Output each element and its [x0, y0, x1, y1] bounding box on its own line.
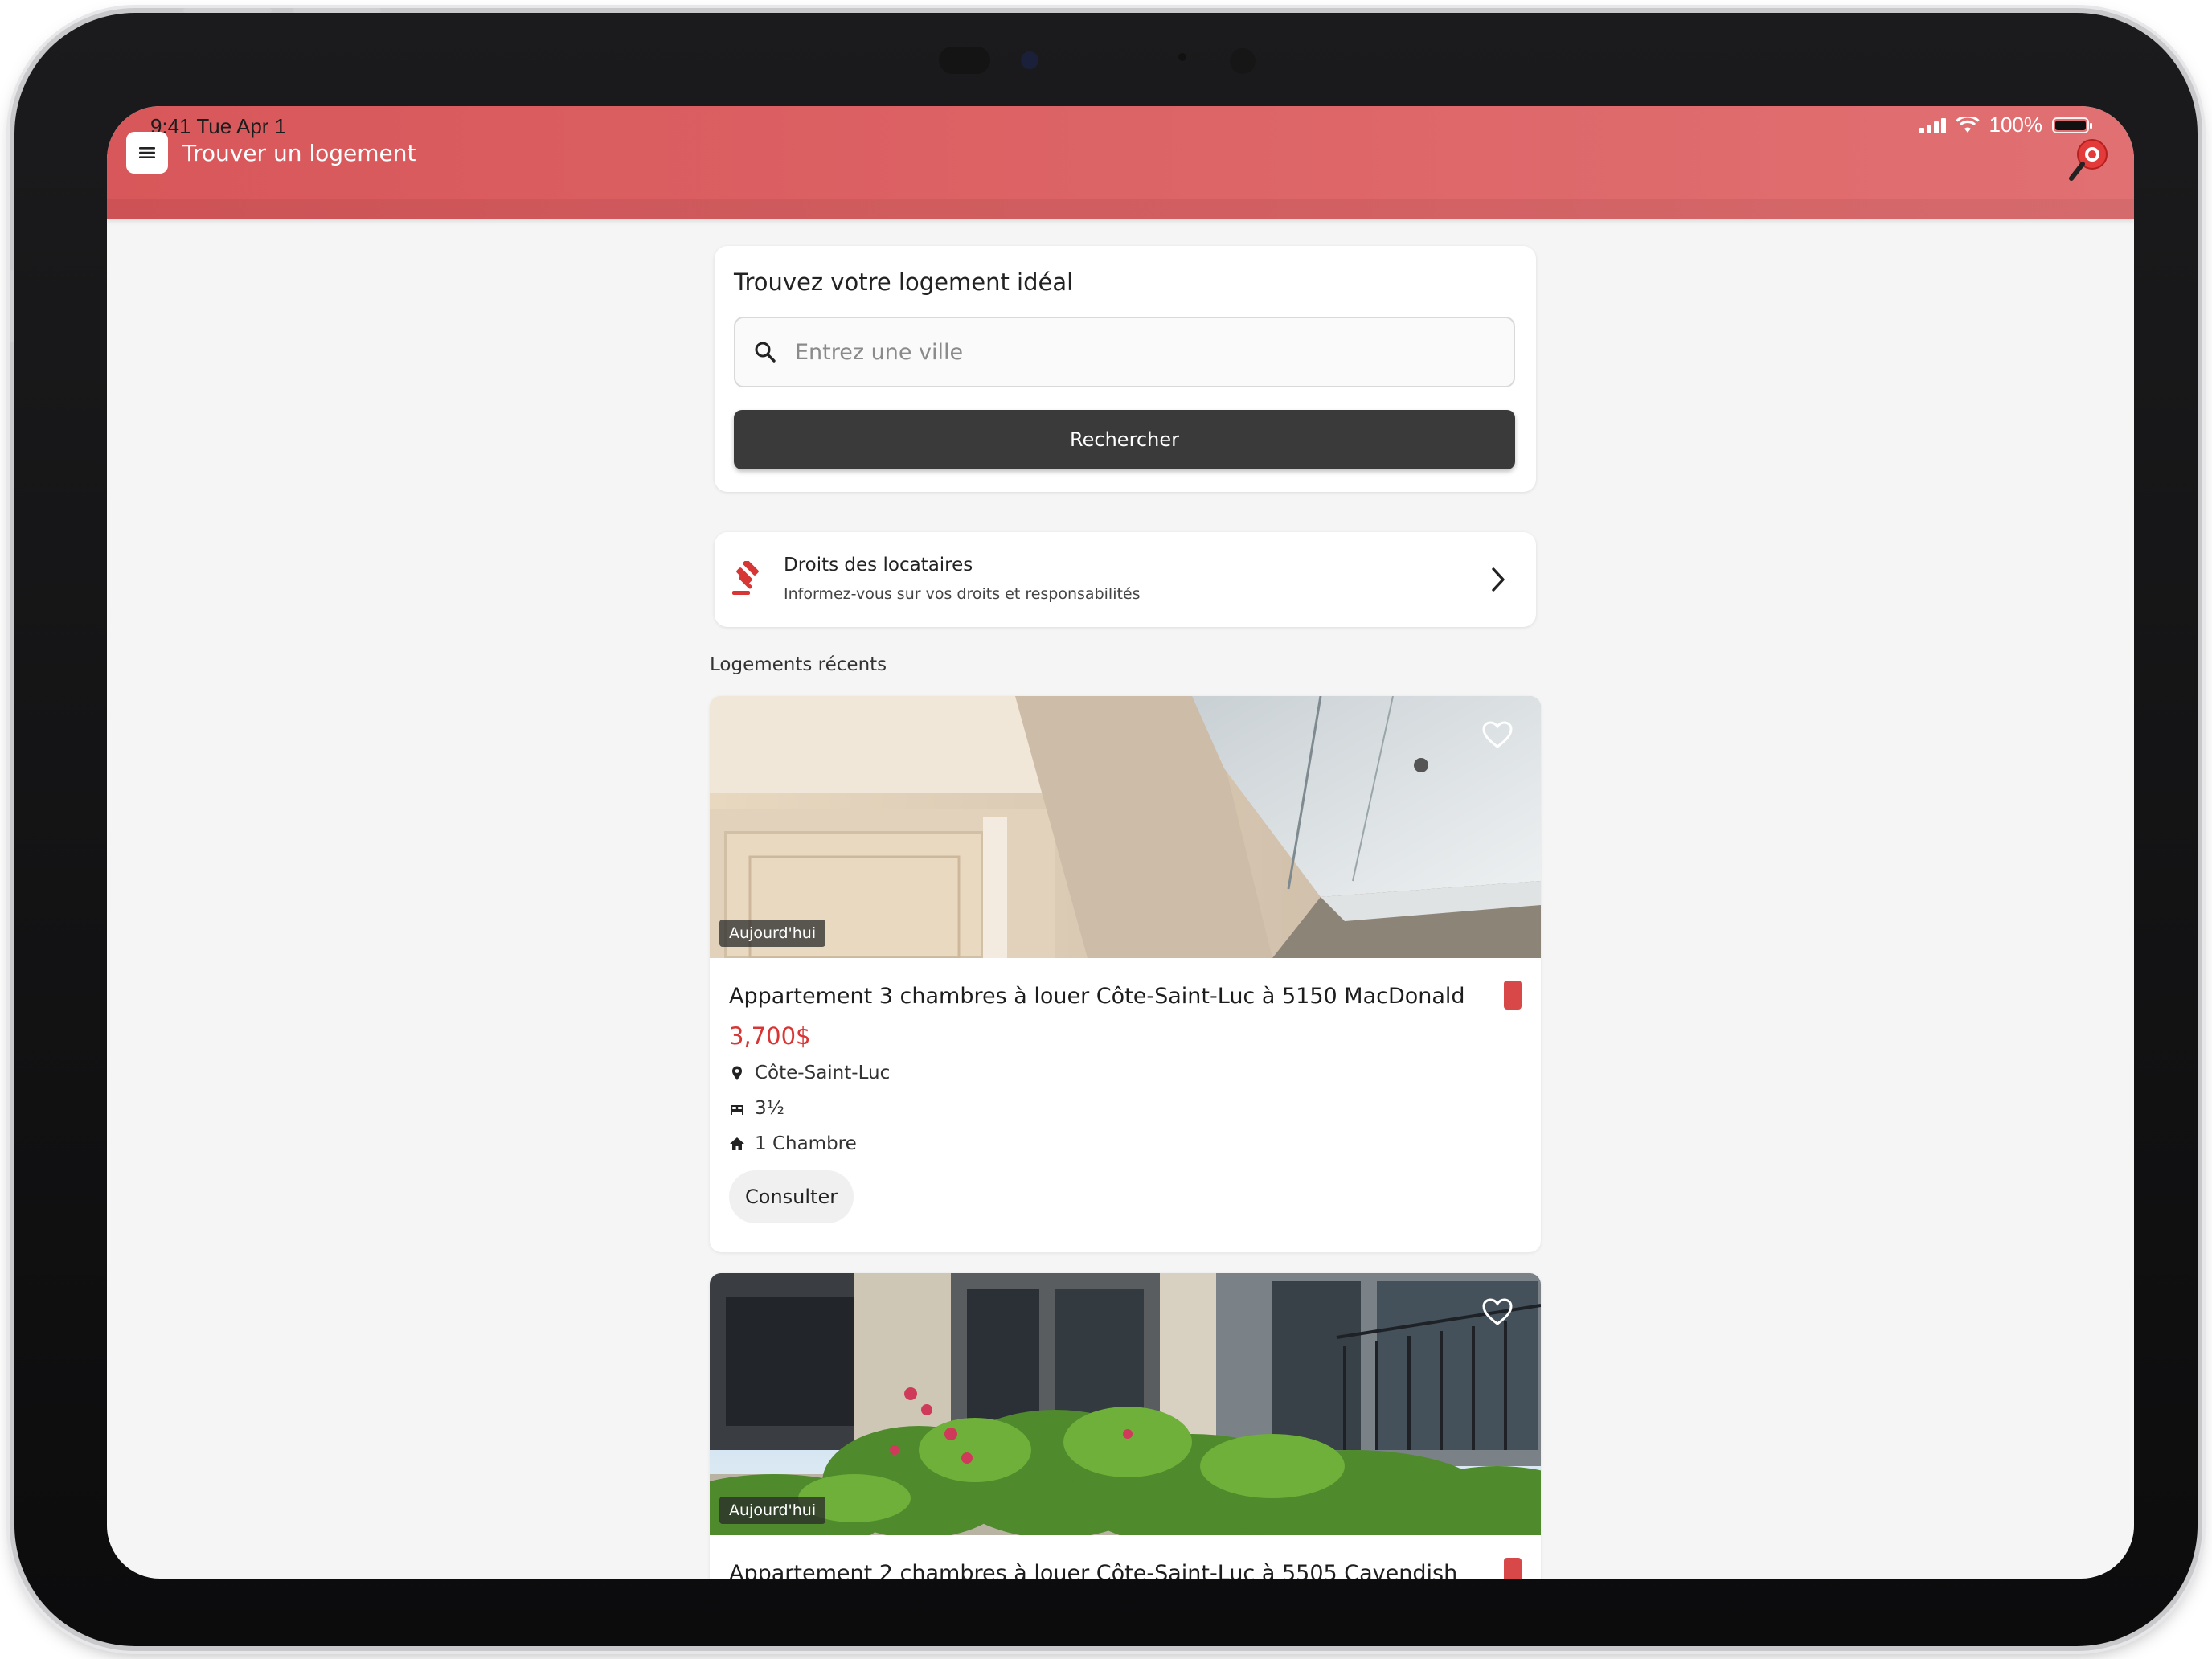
tablet-frame: 9:41 Tue Apr 1 100% Trouver un logement … [10, 8, 2198, 1646]
listing-title[interactable]: Appartement 2 chambres à louer Côte-Sain… [729, 1561, 1457, 1579]
flag-icon[interactable] [1504, 1558, 1522, 1579]
battery-percent: 100% [1989, 113, 2043, 137]
search-icon [755, 342, 776, 363]
home-icon [730, 1137, 744, 1150]
volume-button [10, 270, 14, 342]
app-header: 9:41 Tue Apr 1 100% Trouver un logement [107, 106, 2134, 219]
sensor-2 [1230, 48, 1256, 74]
gavel-icon [732, 561, 759, 595]
signal-icon [1919, 117, 1946, 133]
bed-icon [731, 1105, 743, 1115]
search-card: Trouvez votre logement idéal Rechercher [715, 246, 1536, 492]
top-button-2 [293, 8, 381, 13]
apartment-interior-image [710, 696, 1541, 958]
status-indicators: 100% [1919, 113, 2092, 137]
search-button[interactable]: Rechercher [734, 410, 1515, 469]
size-text: 3½ [755, 1098, 784, 1119]
rights-title: Droits des locataires [784, 555, 973, 576]
sensor [939, 47, 990, 74]
menu-button[interactable] [126, 132, 168, 174]
sensor-dot [1178, 53, 1186, 61]
app-screen: 9:41 Tue Apr 1 100% Trouver un logement … [107, 106, 2134, 1579]
wifi-icon [1955, 116, 1980, 133]
header-title: Trouver un logement [182, 140, 416, 166]
search-field[interactable] [734, 317, 1515, 387]
listing-location: Côte-Saint-Luc [729, 1063, 890, 1083]
listing-card[interactable]: Aujourd'hui Appartement 2 chambres à lou… [710, 1273, 1541, 1579]
rights-subtitle: Informez-vous sur vos droits et responsa… [784, 585, 1141, 603]
date-badge: Aujourd'hui [719, 920, 826, 947]
heart-icon[interactable] [1481, 720, 1514, 749]
listing-rooms: 1 Chambre [729, 1133, 857, 1154]
heart-icon[interactable] [1481, 1297, 1514, 1326]
listing-price: 3,700$ [729, 1022, 811, 1050]
consult-button[interactable]: Consulter [729, 1170, 854, 1223]
tenant-rights-card[interactable]: Droits des locataires Informez-vous sur … [715, 532, 1536, 627]
listing-card[interactable]: Aujourd'hui Appartement 3 chambres à lou… [710, 696, 1541, 1252]
listing-title[interactable]: Appartement 3 chambres à louer Côte-Sain… [729, 984, 1465, 1009]
building-garden-image [710, 1273, 1541, 1535]
battery-icon [2052, 117, 2092, 133]
logo-search-icon[interactable] [2067, 133, 2112, 185]
location-pin-icon [732, 1066, 742, 1080]
menu-icon [139, 147, 155, 158]
flag-icon[interactable] [1504, 981, 1522, 1010]
chevron-right-icon [1492, 567, 1505, 592]
section-recent-listings: Logements récents [710, 654, 887, 675]
rooms-text: 1 Chambre [755, 1133, 857, 1154]
status-time: 9:41 Tue Apr 1 [150, 114, 287, 138]
listing-photo[interactable]: Aujourd'hui [710, 1273, 1541, 1535]
location-text: Côte-Saint-Luc [755, 1063, 891, 1083]
search-title: Trouvez votre logement idéal [734, 268, 1074, 296]
top-button-1 [183, 8, 272, 13]
front-camera [1021, 51, 1038, 69]
listing-photo[interactable]: Aujourd'hui [710, 696, 1541, 958]
date-badge: Aujourd'hui [719, 1497, 826, 1524]
listing-size: 3½ [729, 1098, 784, 1119]
search-input[interactable] [793, 338, 1488, 366]
